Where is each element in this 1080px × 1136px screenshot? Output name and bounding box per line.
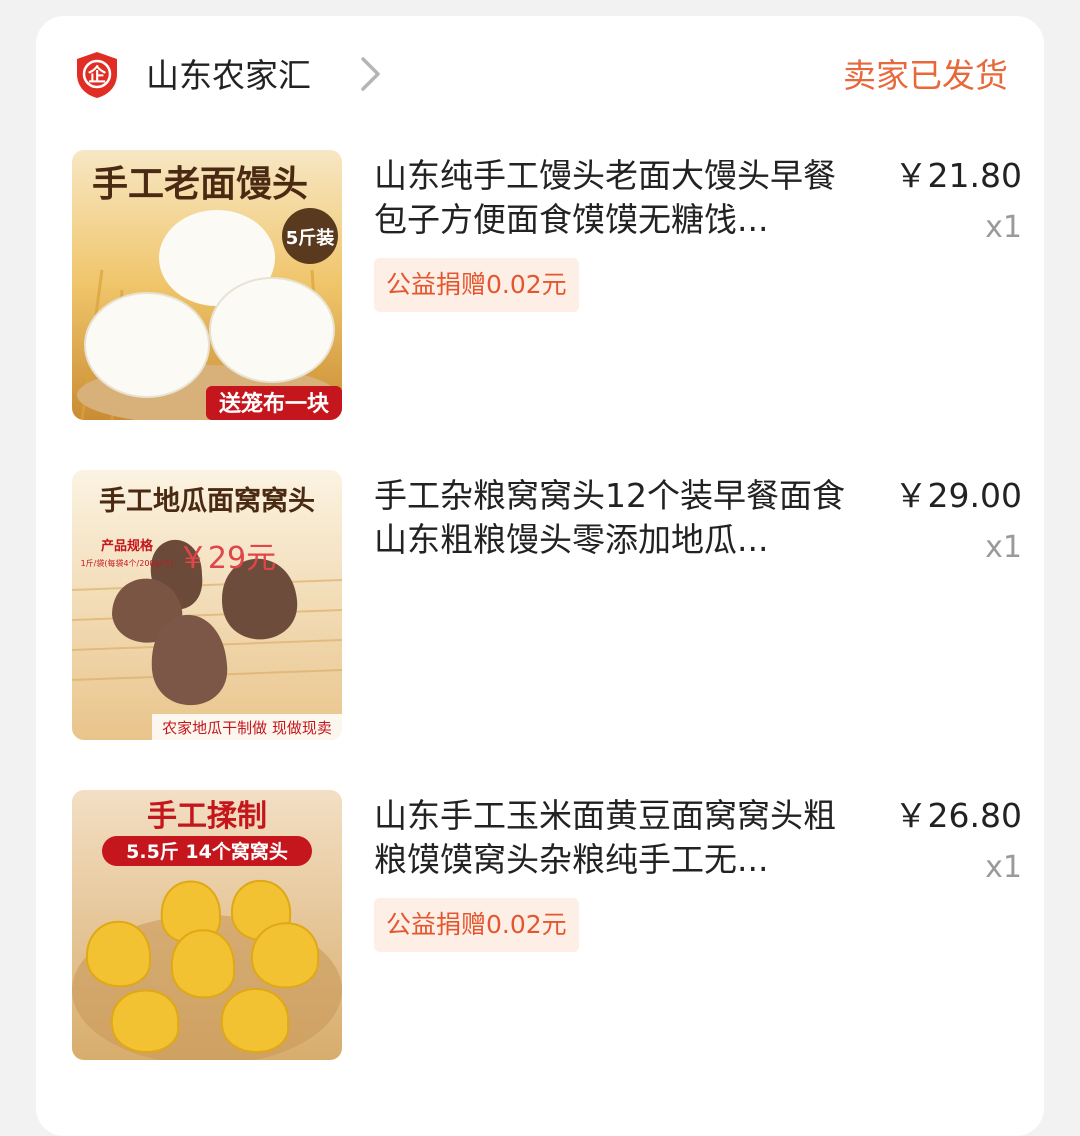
product-image[interactable]: 手工揉制 5.5斤 14个窝窝头 [72,790,342,1060]
product-title[interactable]: 山东手工玉米面黄豆面窝窝头粗粮馍馍窝头杂粮纯手工无... [374,794,854,882]
image-footer: 农家地瓜干制做 现做现卖 [162,719,332,737]
product-image[interactable]: 手工老面馒头 5斤装 送笼布一块 [72,150,342,420]
product-quantity: x1 [985,210,1022,245]
image-footer: 送笼布一块 [219,391,330,417]
image-spec-label: 产品规格 [101,538,154,554]
image-headline: 手工老面馒头 [92,163,308,205]
image-price-tag: ￥29元 [178,541,276,576]
product-price: ￥21.80 [894,156,1022,195]
order-item[interactable]: 手工老面馒头 5斤装 送笼布一块 山东纯手工馒头老面大馒头早餐包子方便面食馍馍无… [72,150,1022,420]
order-item[interactable]: 手工地瓜面窝窝头 产品规格 1斤/袋(每袋4个/200g/个) ￥29元 农家地… [72,470,1022,740]
badge-text: 企 [87,64,107,86]
product-price: ￥29.00 [894,476,1022,515]
product-title[interactable]: 手工杂粮窝窝头12个装早餐面食山东粗粮馒头零添加地瓜... [374,474,854,562]
donation-tag: 公益捐赠0.02元 [374,898,579,952]
product-image[interactable]: 手工地瓜面窝窝头 产品规格 1斤/袋(每袋4个/200g/个) ￥29元 农家地… [72,470,342,740]
order-status: 卖家已发货 [843,56,1008,95]
product-price: ￥26.80 [894,796,1022,835]
shop-name[interactable]: 山东农家汇 [146,54,311,98]
order-item[interactable]: 手工揉制 5.5斤 14个窝窝头 山东手工玉米面黄豆面窝窝头粗粮馍馍窝头杂粮纯手… [72,790,1022,1060]
enterprise-shield-icon: 企 [77,52,117,98]
image-headline: 手工地瓜面窝窝头 [99,485,315,517]
chevron-right-icon[interactable] [358,54,384,94]
image-headline: 手工揉制 [147,799,267,834]
order-card: 企 山东农家汇 卖家已发货 手工老面馒头 5斤装 送笼布一块 山东纯手工馒头老面… [36,16,1044,1136]
image-badge: 5斤装 [286,227,335,249]
shop-header[interactable]: 企 山东农家汇 卖家已发货 [36,16,1044,134]
image-subline: 5.5斤 14个窝窝头 [126,840,288,863]
product-title[interactable]: 山东纯手工馒头老面大馒头早餐包子方便面食馍馍无糖饯... [374,154,854,242]
product-quantity: x1 [985,530,1022,565]
donation-tag: 公益捐赠0.02元 [374,258,579,312]
product-quantity: x1 [985,850,1022,885]
image-spec-detail: 1斤/袋(每袋4个/200g/个) [81,558,174,568]
